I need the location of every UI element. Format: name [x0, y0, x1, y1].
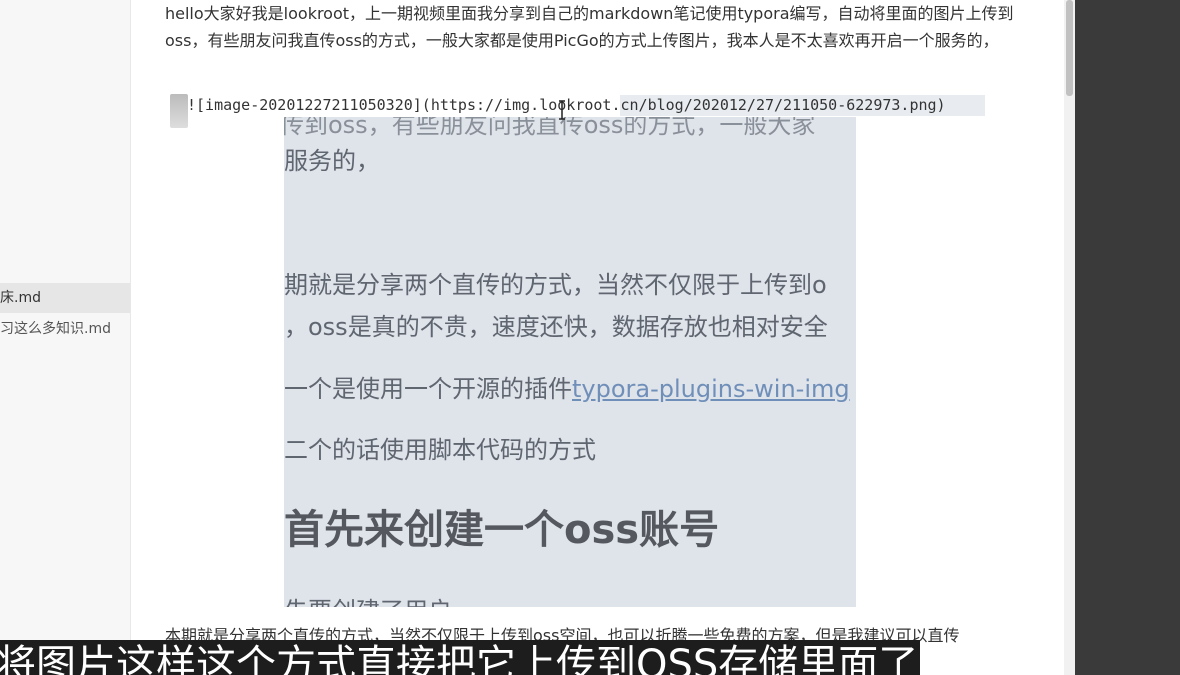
video-subtitle-text: 将图片这样这个方式直接把它上传到OSS存储里面了	[0, 642, 919, 675]
text-cursor-icon	[559, 100, 565, 120]
preview-text-line: 二个的话使用脚本代码的方式	[284, 436, 596, 464]
video-subtitle-bar: 将图片这样这个方式直接把它上传到OSS存储里面了	[0, 640, 920, 675]
scrollbar-thumb[interactable]	[1066, 0, 1073, 96]
preview-text-line: 服务的，	[284, 147, 380, 175]
sidebar-file-label: 床.md	[0, 290, 41, 306]
preview-text-line: 一个是使用一个开源的插件typora-plugins-win-img	[284, 369, 850, 404]
scrollbar-track[interactable]	[1064, 0, 1075, 675]
preview-link: typora-plugins-win-img	[572, 375, 850, 403]
paragraph-intro[interactable]: hello大家好我是lookroot，上一期视频里面我分享到自己的markdow…	[165, 0, 1035, 54]
preview-text-line: 传到oss，有些朋友问我直传oss的方式，一般大家	[284, 117, 816, 139]
sidebar-file-item[interactable]: 习这么多知识.md	[0, 314, 130, 344]
image-markdown-source[interactable]: ![image-20201227211050320](https://img.l…	[165, 93, 985, 117]
file-sidebar: 床.md 习这么多知识.md	[0, 0, 131, 675]
preview-text: 一个是使用一个开源的插件	[284, 375, 572, 403]
preview-text-line: 先要创建了用户	[284, 591, 452, 607]
preview-heading: 首先来创建一个oss账号	[284, 507, 720, 553]
sidebar-file-item-active[interactable]: 床.md	[0, 283, 130, 313]
sidebar-file-label: 习这么多知识.md	[0, 321, 111, 337]
preview-text-line: 期就是分享两个直传的方式，当然不仅限于上传到o	[284, 271, 827, 299]
image-preview: 传到oss，有些朋友问我直传oss的方式，一般大家 服务的， 期就是分享两个直传…	[284, 117, 856, 607]
preview-text-line: ，oss是真的不贵，速度还快，数据存放也相对安全	[284, 313, 828, 341]
dark-side-panel	[1075, 0, 1180, 675]
